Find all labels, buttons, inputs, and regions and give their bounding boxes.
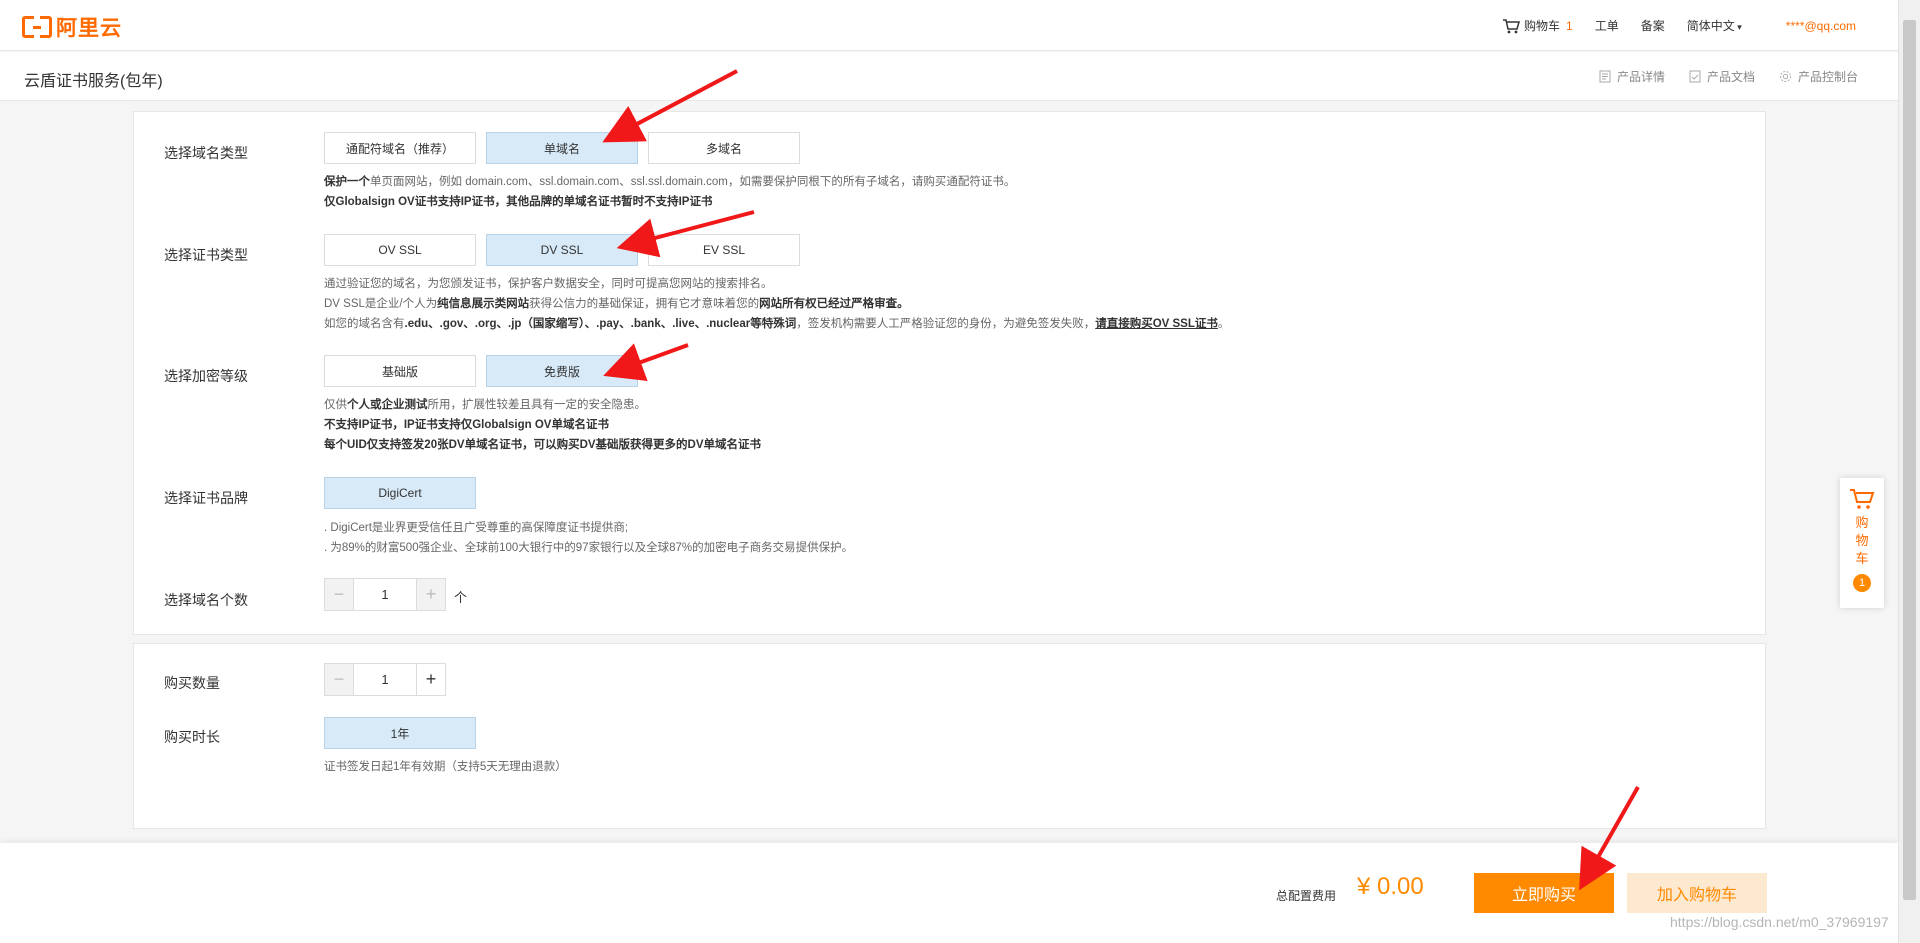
product-links: 产品详情 产品文档 产品控制台	[1575, 68, 1858, 85]
domain-count-increment[interactable]: +	[417, 579, 445, 610]
quantity-label: 购买数量	[164, 675, 220, 691]
duration-label: 购买时长	[164, 729, 220, 745]
total-price: ¥ 0.00	[1357, 873, 1424, 900]
watermark-text: https://blog.csdn.net/m0_37969197	[1670, 914, 1889, 930]
duration-1-year[interactable]: 1年	[324, 717, 476, 749]
aliyun-logo-icon	[22, 16, 52, 38]
encryption-desc2: 不支持IP证书，IP证书支持仅Globalsign OV单域名证书	[324, 419, 609, 431]
product-console-link[interactable]: 产品控制台	[1755, 68, 1858, 85]
scrollbar[interactable]	[1898, 0, 1920, 943]
cert-type-desc3-e: 。	[1217, 318, 1230, 330]
product-console-label: 产品控制台	[1797, 70, 1858, 84]
product-docs-label: 产品文档	[1706, 70, 1755, 84]
domain-count-value[interactable]: 1	[353, 579, 417, 610]
purchase-config-panel: 购买数量 − 1 + 购买时长 1年 证书签发日起1年有效期（支持5天无理由退款…	[133, 643, 1766, 829]
buy-now-button[interactable]: 立即购买	[1474, 873, 1614, 913]
floating-cart-label: 购物车	[1855, 515, 1869, 566]
floating-cart-count: 1	[1853, 574, 1871, 592]
domain-type-wildcard[interactable]: 通配符域名（推荐）	[324, 132, 476, 164]
beian-link[interactable]: 备案	[1641, 17, 1665, 34]
cert-type-desc2-d: 网站所有权已经过严格审查。	[759, 298, 909, 310]
page-title: 云盾证书服务(包年)	[24, 73, 163, 90]
quantity-stepper: − 1 +	[324, 663, 446, 696]
user-account[interactable]: ****@qq.com	[1786, 19, 1856, 33]
domain-type-single[interactable]: 单域名	[486, 132, 638, 164]
product-detail-label: 产品详情	[1616, 70, 1665, 84]
cert-type-dv[interactable]: DV SSL	[486, 234, 638, 266]
cert-brand-label: 选择证书品牌	[164, 490, 248, 506]
encryption-desc1-a: 仅供	[324, 399, 347, 411]
document-icon	[1599, 70, 1611, 83]
logo-text: 阿里云	[56, 17, 122, 40]
product-header: 云盾证书服务(包年) 产品详情 产品文档 产品控制台	[0, 52, 1898, 101]
product-docs-link[interactable]: 产品文档	[1665, 68, 1755, 85]
encryption-free[interactable]: 免费版	[486, 355, 638, 387]
encryption-desc3: 每个UID仅支持签发20张DV单域名证书，可以购买DV基础版获得更多的DV单域名…	[324, 439, 762, 451]
quantity-decrement[interactable]: −	[325, 664, 353, 695]
domain-count-stepper: − 1 +	[324, 578, 446, 611]
cart-icon	[1503, 18, 1520, 33]
domain-type-multi[interactable]: 多域名	[648, 132, 800, 164]
cert-type-desc2-a: DV SSL是企业/个人为	[324, 298, 438, 310]
encryption-description: 仅供个人或企业测试所用，扩展性较差且具有一定的安全隐患。 不支持IP证书，IP证…	[324, 395, 761, 455]
quantity-value[interactable]: 1	[353, 664, 417, 695]
domain-type-desc-bold: 保护一个	[324, 176, 370, 188]
cert-type-ev[interactable]: EV SSL	[648, 234, 800, 266]
brand-desc2: . 为89%的财富500强企业、全球前100大银行中的97家银行以及全球87%的…	[324, 542, 854, 554]
cert-type-desc3-c: ，签发机构需要人工严格验证您的身份，为避免签发失败，	[796, 318, 1096, 330]
brand-digicert[interactable]: DigiCert	[324, 477, 476, 509]
cert-type-desc2-c: 获得公信力的基础保证，拥有它才意味着您的	[529, 298, 760, 310]
aliyun-logo[interactable]: 阿里云	[22, 12, 122, 42]
cert-type-ov[interactable]: OV SSL	[324, 234, 476, 266]
encryption-desc1-c: 所用，扩展性较差且具有一定的安全隐患。	[427, 399, 647, 411]
cert-type-desc2-b: 纯信息展示类网站	[437, 298, 530, 310]
add-to-cart-button[interactable]: 加入购物车	[1627, 873, 1767, 913]
cert-type-description: 通过验证您的域名，为您颁发证书，保护客户数据安全，同时可提高您网站的搜索排名。 …	[324, 274, 1229, 334]
domain-type-label: 选择域名类型	[164, 145, 248, 161]
buy-ov-ssl-link[interactable]: 请直接购买OV SSL证书	[1095, 318, 1218, 330]
checkout-bar: 总配置费用 ¥ 0.00 立即购买 加入购物车 https://blog.csd…	[0, 843, 1898, 943]
quantity-increment[interactable]: +	[417, 664, 445, 695]
scrollbar-thumb[interactable]	[1903, 20, 1916, 900]
gear-icon	[1779, 71, 1791, 82]
brand-desc1: . DigiCert是业界更受信任且广受尊重的高保障度证书提供商;	[324, 522, 629, 534]
domain-type-desc1: 单页面网站，例如 domain.com、ssl.domain.com、ssl.s…	[370, 176, 1016, 188]
top-navigation-bar: 阿里云 购物车 1 工单 备案 简体中文 ****@qq.com	[0, 0, 1898, 51]
workorder-link[interactable]: 工单	[1595, 17, 1619, 34]
top-cart-link[interactable]: 购物车 1	[1502, 17, 1573, 34]
duration-description: 证书签发日起1年有效期（支持5天无理由退款）	[324, 761, 567, 773]
cert-type-desc1: 通过验证您的域名，为您颁发证书，保护客户数据安全，同时可提高您网站的搜索排名。	[324, 278, 773, 290]
domain-type-desc2: 仅Globalsign OV证书支持IP证书，其他品牌的单域名证书暂时不支持IP…	[324, 196, 713, 208]
encryption-basic[interactable]: 基础版	[324, 355, 476, 387]
encryption-level-label: 选择加密等级	[164, 368, 248, 384]
brand-description: . DigiCert是业界更受信任且广受尊重的高保障度证书提供商; . 为89%…	[324, 518, 853, 558]
cert-type-desc3-a: 如您的域名含有	[324, 318, 405, 330]
cert-type-desc3-b: .edu、.gov、.org、.jp（国家缩写）、.pay、.bank、.liv…	[404, 318, 797, 330]
docs-icon	[1689, 70, 1701, 83]
domain-count-decrement[interactable]: −	[325, 579, 353, 610]
top-cart-count: 1	[1566, 18, 1573, 33]
top-nav-links: 购物车 1 工单 备案 简体中文 ****@qq.com	[1480, 17, 1856, 34]
domain-type-description: 保护一个单页面网站，例如 domain.com、ssl.domain.com、s…	[324, 172, 1015, 212]
language-selector[interactable]: 简体中文	[1687, 17, 1742, 34]
top-cart-label: 购物车	[1524, 19, 1561, 33]
cert-type-label: 选择证书类型	[164, 247, 248, 263]
encryption-desc1-b: 个人或企业测试	[347, 399, 428, 411]
floating-cart[interactable]: 购物车 1	[1840, 478, 1884, 608]
domain-count-label: 选择域名个数	[164, 592, 248, 608]
domain-count-unit: 个	[454, 590, 468, 605]
total-cost-label: 总配置费用	[1276, 889, 1337, 903]
certificate-config-panel: 选择域名类型 通配符域名（推荐） 单域名 多域名 保护一个单页面网站，例如 do…	[133, 111, 1766, 635]
product-detail-link[interactable]: 产品详情	[1575, 68, 1665, 85]
cart-icon	[1850, 489, 1875, 509]
